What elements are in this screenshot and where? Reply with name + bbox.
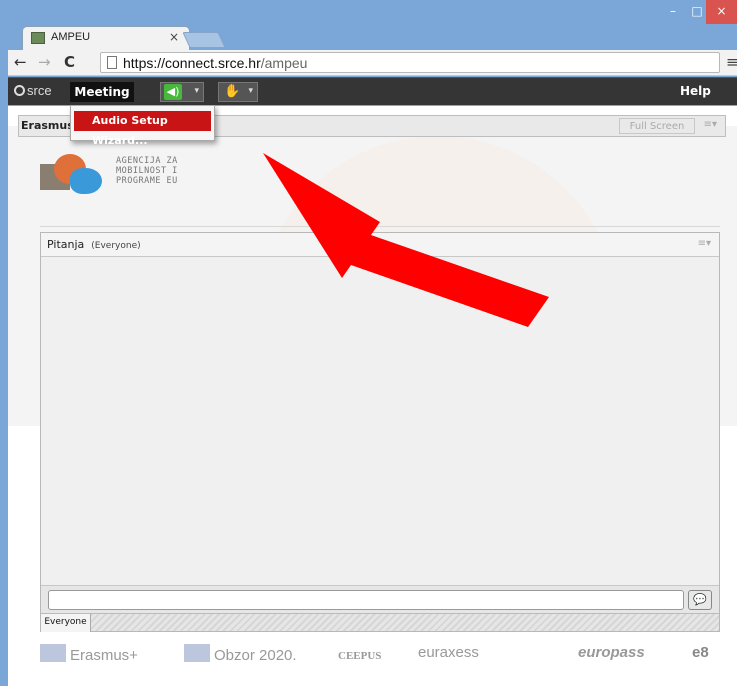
reload-icon[interactable]: C: [64, 53, 75, 71]
url-host: https://connect.srce.hr: [123, 55, 261, 71]
raise-hand-icon: ✋: [224, 84, 241, 99]
browser-tab[interactable]: AMPEU ×: [22, 26, 190, 50]
chat-messages[interactable]: [41, 257, 719, 585]
partner-logos: Erasmus+ Obzor 2020. CEEPUS euraxess eur…: [8, 636, 737, 682]
back-arrow-icon[interactable]: ←: [14, 53, 27, 71]
erasmus-label: Erasmus+: [70, 647, 138, 664]
tab-everyone[interactable]: Everyone: [41, 614, 91, 632]
raise-hand-button[interactable]: ✋ ▾: [218, 82, 258, 102]
url-path: /ampeu: [260, 55, 308, 71]
meeting-room: Erasmus Full Screen ≡▾ AGENCIJA ZA MOBIL…: [8, 106, 737, 686]
srce-logo-icon: [14, 85, 25, 96]
eu-flag-icon: [184, 644, 210, 662]
chat-audience: (Everyone): [91, 241, 141, 251]
ceepus-logo: CEEPUS: [338, 650, 382, 662]
browser-menu-icon[interactable]: ≡: [726, 53, 737, 71]
agency-line: MOBILNOST I: [116, 166, 178, 176]
address-bar[interactable]: https://connect.srce.hr/ampeu: [100, 52, 720, 73]
pod-menu-icon[interactable]: ≡▾: [704, 119, 717, 130]
tab-title: AMPEU: [51, 31, 91, 43]
srce-brand: srce: [27, 83, 52, 98]
audio-setup-wizard-menu-item[interactable]: Audio Setup Wizard...: [74, 111, 211, 147]
obzor-logo: Obzor 2020.: [184, 644, 297, 664]
meeting-dropdown: Audio Setup Wizard...: [70, 105, 215, 147]
tab-close-icon[interactable]: ×: [169, 30, 179, 44]
agency-name: AGENCIJA ZA MOBILNOST I PROGRAME EU: [116, 156, 178, 186]
agency-logo: [40, 150, 110, 210]
url-text[interactable]: https://connect.srce.hr/ampeu: [123, 55, 307, 71]
new-tab-button[interactable]: [182, 32, 226, 48]
page-icon: [107, 56, 117, 69]
speaker-icon: ◀): [164, 84, 182, 100]
browser-window: AMPEU × – □ × ← → C https://connect.srce…: [0, 0, 737, 686]
favicon-icon: [31, 32, 45, 44]
divider: [40, 226, 720, 227]
browser-toolbar: ← → C https://connect.srce.hr/ampeu ≡: [8, 50, 737, 76]
audio-button[interactable]: ◀) ▾: [160, 82, 204, 102]
chat-pod: Pitanja (Everyone) ≡▾ 💬 Everyone: [40, 232, 720, 632]
chat-tab-bar: Everyone: [41, 613, 719, 632]
chat-input[interactable]: [48, 590, 684, 610]
chat-title-text: Pitanja: [47, 238, 85, 251]
euraxess-logo: euraxess: [418, 644, 479, 661]
chevron-down-icon[interactable]: ▾: [194, 86, 199, 96]
forward-arrow-icon[interactable]: →: [38, 53, 51, 71]
eu-flag-icon: [40, 644, 66, 662]
europass-logo: europass: [578, 644, 645, 661]
agency-line: AGENCIJA ZA: [116, 156, 178, 166]
connect-app-bar: srce Meeting ◀) ▾ ✋ ▾ Help: [8, 77, 737, 105]
help-menu-button[interactable]: Help: [680, 84, 711, 98]
obzor-label: Obzor 2020.: [214, 647, 297, 664]
title-bar: AMPEU × – □ ×: [0, 0, 737, 50]
send-message-button[interactable]: 💬: [688, 590, 712, 610]
speech-bubble-icon: 💬: [693, 593, 707, 606]
chat-title: Pitanja (Everyone): [47, 238, 141, 251]
meeting-menu-button[interactable]: Meeting: [70, 82, 134, 102]
chat-menu-icon[interactable]: ≡▾: [698, 238, 711, 249]
agency-line: PROGRAME EU: [116, 176, 178, 186]
erasmus-logo: Erasmus+: [40, 644, 138, 664]
full-screen-button[interactable]: Full Screen: [619, 118, 695, 134]
e8-logo: e8: [692, 644, 709, 661]
close-window-button[interactable]: ×: [706, 0, 737, 24]
chat-header: Pitanja (Everyone) ≡▾: [41, 233, 719, 257]
chevron-down-icon[interactable]: ▾: [248, 86, 253, 96]
chat-compose: 💬: [41, 585, 719, 613]
pod-title: Erasmus: [21, 119, 74, 132]
srce-logo: srce: [14, 83, 52, 98]
